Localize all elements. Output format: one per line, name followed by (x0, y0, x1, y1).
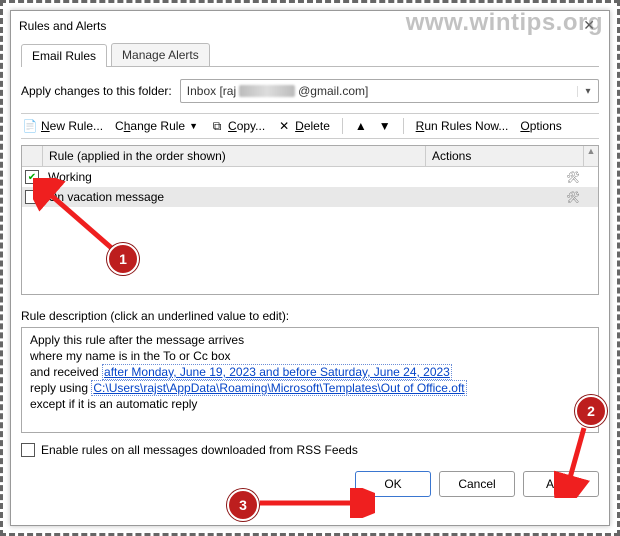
change-rule-button[interactable]: Change Rule▼ (115, 119, 198, 133)
tab-manage-alerts[interactable]: Manage Alerts (111, 43, 210, 66)
window-title: Rules and Alerts (19, 19, 106, 33)
apply-button[interactable]: Apply (523, 471, 599, 497)
document-icon: 📄 (23, 119, 37, 133)
annotation-badge-3: 3 (227, 489, 259, 521)
copy-button[interactable]: ⧉ Copy... (210, 119, 265, 133)
rule-name: Working (42, 170, 435, 184)
watermark-text: www.wintips.org (406, 9, 603, 37)
tab-email-rules[interactable]: Email Rules (21, 44, 107, 67)
date-range-link[interactable]: after Monday, June 19, 2023 and before S… (102, 364, 452, 380)
ok-button[interactable]: OK (355, 471, 431, 497)
folder-text-suffix: @gmail.com] (298, 84, 368, 98)
triangle-down-icon: ▼ (379, 119, 391, 133)
rss-checkbox[interactable] (21, 443, 35, 457)
desc-line: where my name is in the To or Cc box (30, 348, 590, 364)
button-row: OK Cancel Apply (21, 471, 599, 497)
copy-icon: ⧉ (210, 119, 224, 133)
description-label: Rule description (click an underlined va… (21, 309, 599, 323)
description-box: Apply this rule after the message arrive… (21, 327, 599, 433)
options-button[interactable]: Options (520, 119, 561, 133)
delete-button[interactable]: ✕ Delete (277, 119, 330, 133)
folder-label: Apply changes to this folder: (21, 84, 172, 98)
rules-and-alerts-dialog: Rules and Alerts ✕ Email Rules Manage Al… (10, 10, 610, 526)
rss-label: Enable rules on all messages downloaded … (41, 443, 358, 457)
template-path-link[interactable]: C:\Users\rajst\AppData\Roaming\Microsoft… (91, 380, 466, 396)
tools-icon: 🛠 (566, 171, 580, 184)
move-up-button[interactable]: ▲ (355, 119, 367, 133)
scroll-up-icon[interactable]: ▲ (584, 146, 598, 166)
cancel-button[interactable]: Cancel (439, 471, 515, 497)
folder-text-prefix: Inbox [raj (187, 84, 236, 98)
separator (403, 118, 404, 134)
tools-icon: 🛠 (566, 191, 580, 204)
tabstrip: Email Rules Manage Alerts (21, 42, 599, 67)
new-rule-button[interactable]: 📄 New Rule... (23, 119, 103, 133)
chevron-down-icon[interactable]: ▾ (577, 86, 598, 97)
rules-list: Rule (applied in the order shown) Action… (21, 145, 599, 295)
chevron-down-icon: ▼ (189, 121, 198, 131)
annotation-badge-2: 2 (575, 395, 607, 427)
table-row[interactable]: ✔ Working 🛠 (22, 167, 598, 187)
desc-line: Apply this rule after the message arrive… (30, 332, 590, 348)
checkbox-unchecked[interactable] (25, 190, 39, 204)
checkbox-checked[interactable]: ✔ (25, 170, 39, 184)
folder-select[interactable]: Inbox [raj @gmail.com] ▾ (180, 79, 599, 103)
rules-list-header: Rule (applied in the order shown) Action… (22, 146, 598, 167)
annotation-badge-1: 1 (107, 243, 139, 275)
toolbar: 📄 New Rule... Change Rule▼ ⧉ Copy... ✕ D… (21, 113, 599, 139)
desc-line: reply using C:\Users\rajst\AppData\Roami… (30, 380, 590, 396)
triangle-up-icon: ▲ (355, 119, 367, 133)
header-rule: Rule (applied in the order shown) (43, 146, 426, 166)
run-rules-now-button[interactable]: Run Rules Now... (416, 119, 509, 133)
delete-icon: ✕ (277, 119, 291, 133)
table-row[interactable]: On vacation message 🛠 (22, 187, 598, 207)
separator (342, 118, 343, 134)
rule-name: On vacation message (42, 190, 435, 204)
move-down-button[interactable]: ▼ (379, 119, 391, 133)
desc-line: and received after Monday, June 19, 2023… (30, 364, 590, 380)
header-actions: Actions (426, 146, 584, 166)
desc-line: except if it is an automatic reply (30, 396, 590, 412)
redacted-text (239, 85, 295, 97)
